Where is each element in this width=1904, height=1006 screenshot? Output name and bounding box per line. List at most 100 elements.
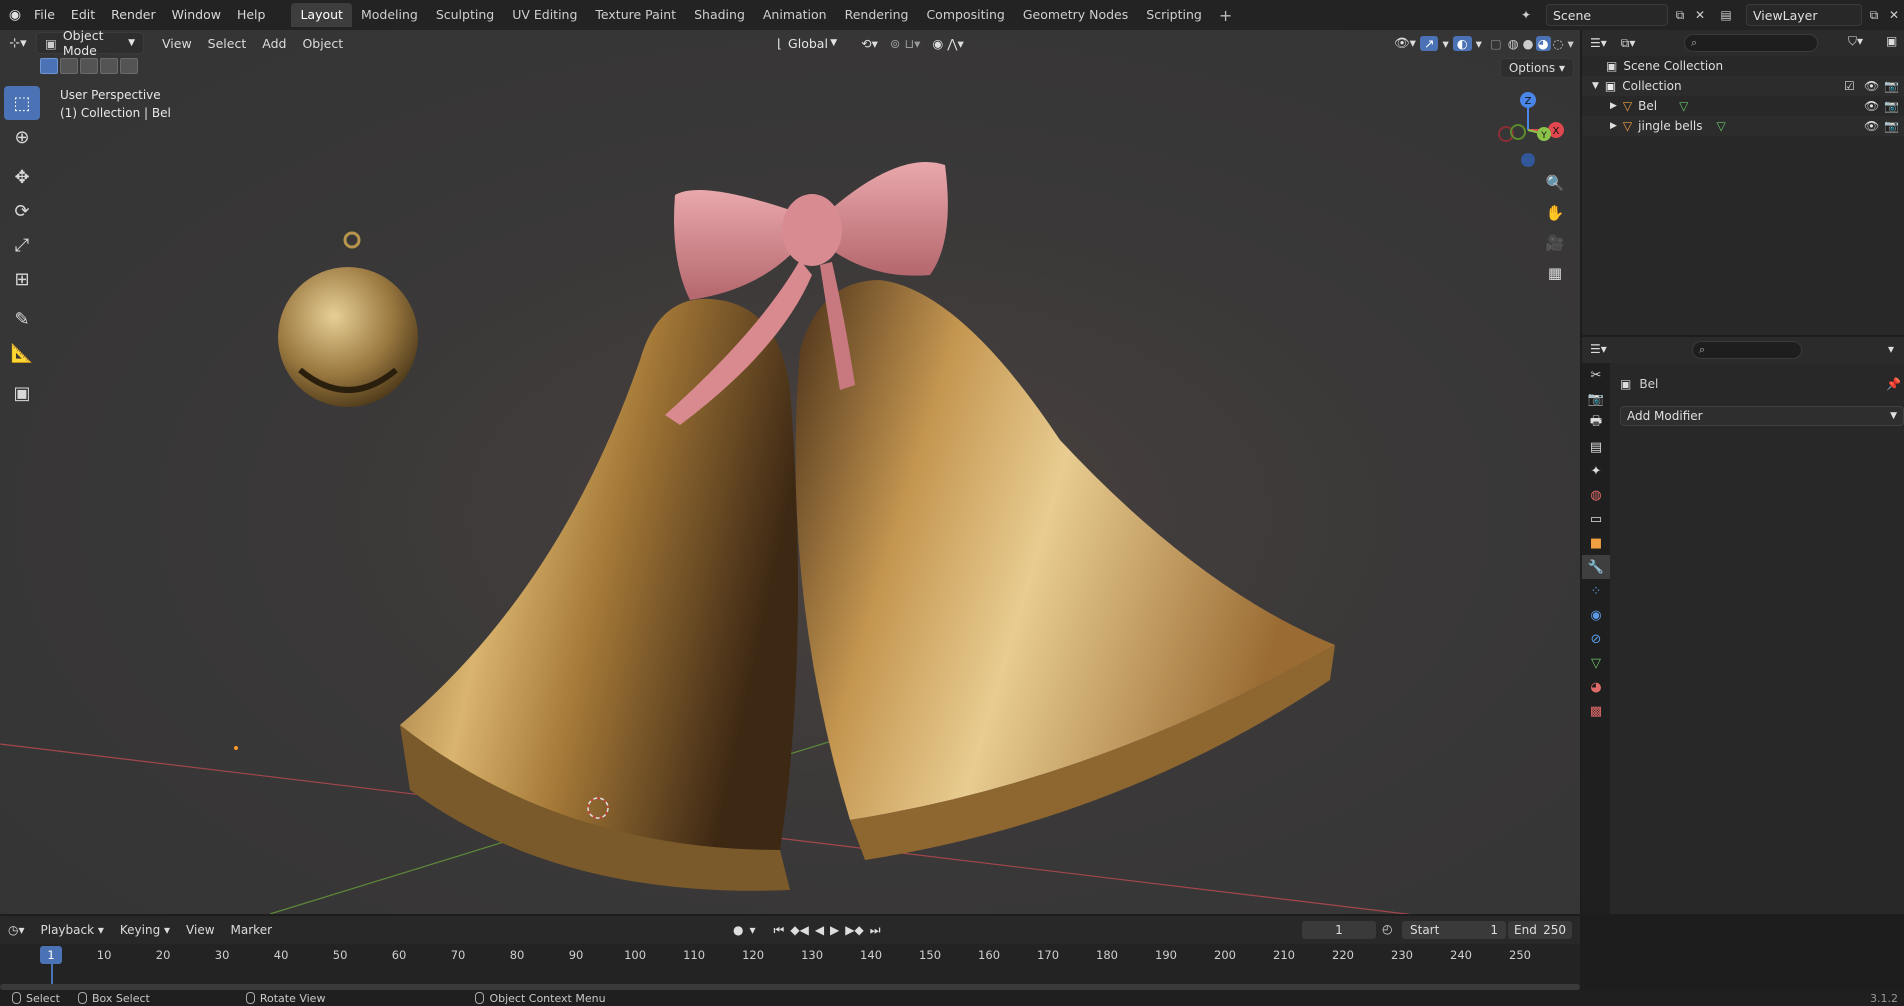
zoom-icon[interactable]: 🔍 — [1542, 170, 1568, 196]
measure-tool-icon[interactable]: 📐 — [4, 336, 40, 370]
jump-end-icon[interactable]: ⏭ — [867, 923, 884, 938]
mesh-data-icon[interactable]: ▽ — [1679, 99, 1688, 113]
end-frame-field[interactable]: End 250 — [1508, 921, 1572, 939]
timeline-editor-type-icon[interactable]: ◷▾ — [0, 923, 33, 937]
tab-animation[interactable]: Animation — [754, 3, 836, 27]
mesh-data-icon[interactable]: ▽ — [1717, 119, 1726, 133]
tab-geometry-nodes[interactable]: Geometry Nodes — [1014, 3, 1137, 27]
select-subtract-icon[interactable] — [80, 58, 98, 74]
ortho-grid-icon[interactable]: ▦ — [1542, 260, 1568, 286]
pin-icon[interactable]: 📌 — [1886, 377, 1901, 391]
menu-edit[interactable]: Edit — [63, 0, 103, 30]
start-frame-field[interactable]: Start 1 — [1402, 921, 1506, 939]
collection-tab-icon[interactable]: ▭ — [1582, 507, 1610, 531]
particles-tab-icon[interactable]: ⁘ — [1582, 579, 1610, 603]
exclude-checkbox[interactable]: ☑ — [1844, 79, 1855, 93]
play-reverse-icon[interactable]: ◀ — [812, 923, 827, 937]
proportional-edit-icon[interactable]: ◉ ⋀▾ — [926, 36, 969, 51]
add-workspace-icon[interactable]: + — [1211, 6, 1240, 25]
visibility-eye-icon[interactable]: 👁 — [1864, 79, 1879, 93]
new-view-layer-icon[interactable]: ⧉ — [1864, 5, 1884, 25]
viewport-menu-object[interactable]: Object — [294, 36, 351, 51]
menu-render[interactable]: Render — [103, 0, 164, 30]
mode-dropdown[interactable]: ▣ Object Mode ▼ — [36, 30, 144, 58]
snap-icon[interactable]: ⊚ ⊔▾ — [884, 36, 926, 51]
navigation-gizmo[interactable]: Z X Y — [1488, 90, 1568, 170]
delete-scene-icon[interactable]: ✕ — [1690, 5, 1710, 25]
blender-logo-icon[interactable]: ◉ — [4, 4, 26, 26]
select-new-icon[interactable] — [40, 58, 58, 74]
rendered-shading-icon[interactable]: ◌ — [1551, 36, 1566, 51]
properties-editor-type-icon[interactable]: ☰▾ — [1590, 342, 1607, 356]
xray-icon[interactable]: ▢ — [1486, 36, 1506, 51]
texture-tab-icon[interactable]: ▩ — [1582, 699, 1610, 723]
jump-start-icon[interactable]: ⏮ — [771, 923, 788, 938]
display-mode-icon[interactable]: ⧉▾ — [1615, 36, 1642, 51]
viewport-menu-select[interactable]: Select — [200, 36, 255, 51]
camera-view-icon[interactable]: 🎥 — [1542, 230, 1568, 256]
outliner-row-scene-collection[interactable]: ▣ Scene Collection — [1582, 56, 1904, 76]
next-keyframe-icon[interactable]: ▶◆ — [842, 923, 866, 937]
current-frame-field[interactable]: 1 — [1302, 921, 1376, 939]
tab-compositing[interactable]: Compositing — [917, 3, 1013, 27]
move-tool-icon[interactable]: ✥ — [4, 160, 40, 194]
editor-type-icon[interactable]: ⊹▾ — [0, 36, 36, 51]
visibility-eye-icon[interactable]: 👁 — [1864, 119, 1879, 133]
transform-tool-icon[interactable]: ⊞ — [4, 262, 40, 296]
timeline-menu-view[interactable]: View — [178, 923, 222, 937]
gizmo-neg-z-handle[interactable] — [1521, 153, 1535, 167]
output-tab-icon[interactable]: 🖶 — [1582, 411, 1610, 435]
select-difference-icon[interactable] — [100, 58, 118, 74]
physics-tab-icon[interactable]: ◉ — [1582, 603, 1610, 627]
outliner-row-bel[interactable]: ▶ ▽ Bel ▽ 👁 📷 — [1582, 96, 1904, 116]
tab-scripting[interactable]: Scripting — [1137, 3, 1211, 27]
new-collection-icon[interactable]: ▣ — [1886, 34, 1897, 48]
tab-layout[interactable]: Layout — [291, 3, 352, 27]
outliner-search-input[interactable]: ⌕ — [1684, 34, 1818, 52]
prev-keyframe-icon[interactable]: ◆◀ — [787, 923, 811, 937]
cursor-tool-icon[interactable]: ⊕ — [4, 120, 40, 154]
render-camera-icon[interactable]: 📷 — [1884, 99, 1899, 113]
select-box-tool-icon[interactable]: ⬚ — [4, 86, 40, 120]
material-tab-icon[interactable]: ◕ — [1582, 675, 1610, 699]
tab-modeling[interactable]: Modeling — [352, 3, 427, 27]
constraints-tab-icon[interactable]: ⊘ — [1582, 627, 1610, 651]
annotate-tool-icon[interactable]: ✎ — [4, 302, 40, 336]
select-intersect-icon[interactable] — [120, 58, 138, 74]
render-camera-icon[interactable]: 📷 — [1884, 119, 1899, 133]
viewport-menu-view[interactable]: View — [154, 36, 200, 51]
scale-tool-icon[interactable]: ⤢ — [4, 228, 40, 262]
modifier-tab-icon[interactable]: 🔧 — [1582, 555, 1610, 579]
options-button[interactable]: Options ▾ — [1499, 58, 1574, 78]
shading-dropdown-icon[interactable]: ▾ — [1565, 36, 1575, 51]
filter-icon[interactable]: ⛉▾ — [1848, 34, 1863, 49]
3d-viewport[interactable]: ⊹▾ ▣ Object Mode ▼ View Select Add Objec… — [0, 30, 1580, 914]
play-icon[interactable]: ▶ — [827, 923, 842, 937]
scene-tab-icon[interactable]: ✦ — [1582, 459, 1610, 483]
data-tab-icon[interactable]: ▽ — [1582, 651, 1610, 675]
viewport-menu-add[interactable]: Add — [254, 36, 294, 51]
new-scene-icon[interactable]: ⧉ — [1670, 5, 1690, 25]
tool-tab-icon[interactable]: ✂ — [1582, 363, 1610, 387]
outliner-row-collection[interactable]: ▼ ▣ Collection ☑ 👁 📷 — [1582, 76, 1904, 96]
record-dropdown-icon[interactable]: ▾ — [747, 923, 759, 937]
tab-shading[interactable]: Shading — [685, 3, 754, 27]
record-icon[interactable]: ● — [730, 923, 746, 937]
overlay-dropdown-icon[interactable]: ▾ — [1472, 36, 1486, 51]
timeline-ruler[interactable]: 1 10 20 30 40 50 60 70 80 90 100 110 120 130 140 150 160… — [0, 944, 1580, 990]
tab-uv-editing[interactable]: UV Editing — [503, 3, 586, 27]
timeline-menu-marker[interactable]: Marker — [223, 923, 280, 937]
transform-orientation-dropdown[interactable]: ⌊ Global ▼ — [769, 32, 845, 54]
timer-icon[interactable]: ◴ — [1382, 922, 1392, 936]
select-extend-icon[interactable] — [60, 58, 78, 74]
visibility-eye-icon[interactable]: 👁 — [1864, 99, 1879, 113]
outliner-row-jingle-bells[interactable]: ▶ ▽ jingle bells ▽ 👁 📷 — [1582, 116, 1904, 136]
view-layer-field[interactable]: ViewLayer — [1746, 4, 1862, 26]
add-modifier-button[interactable]: Add Modifier ▼ — [1620, 406, 1904, 426]
expand-arrow-icon[interactable]: ▶ — [1610, 101, 1617, 111]
tab-rendering[interactable]: Rendering — [836, 3, 918, 27]
menu-help[interactable]: Help — [229, 0, 274, 30]
timeline-menu-keying[interactable]: Keying ▾ — [112, 923, 178, 937]
overlay-toggle-icon[interactable]: ◐ — [1452, 35, 1472, 51]
render-camera-icon[interactable]: 📷 — [1884, 79, 1899, 93]
